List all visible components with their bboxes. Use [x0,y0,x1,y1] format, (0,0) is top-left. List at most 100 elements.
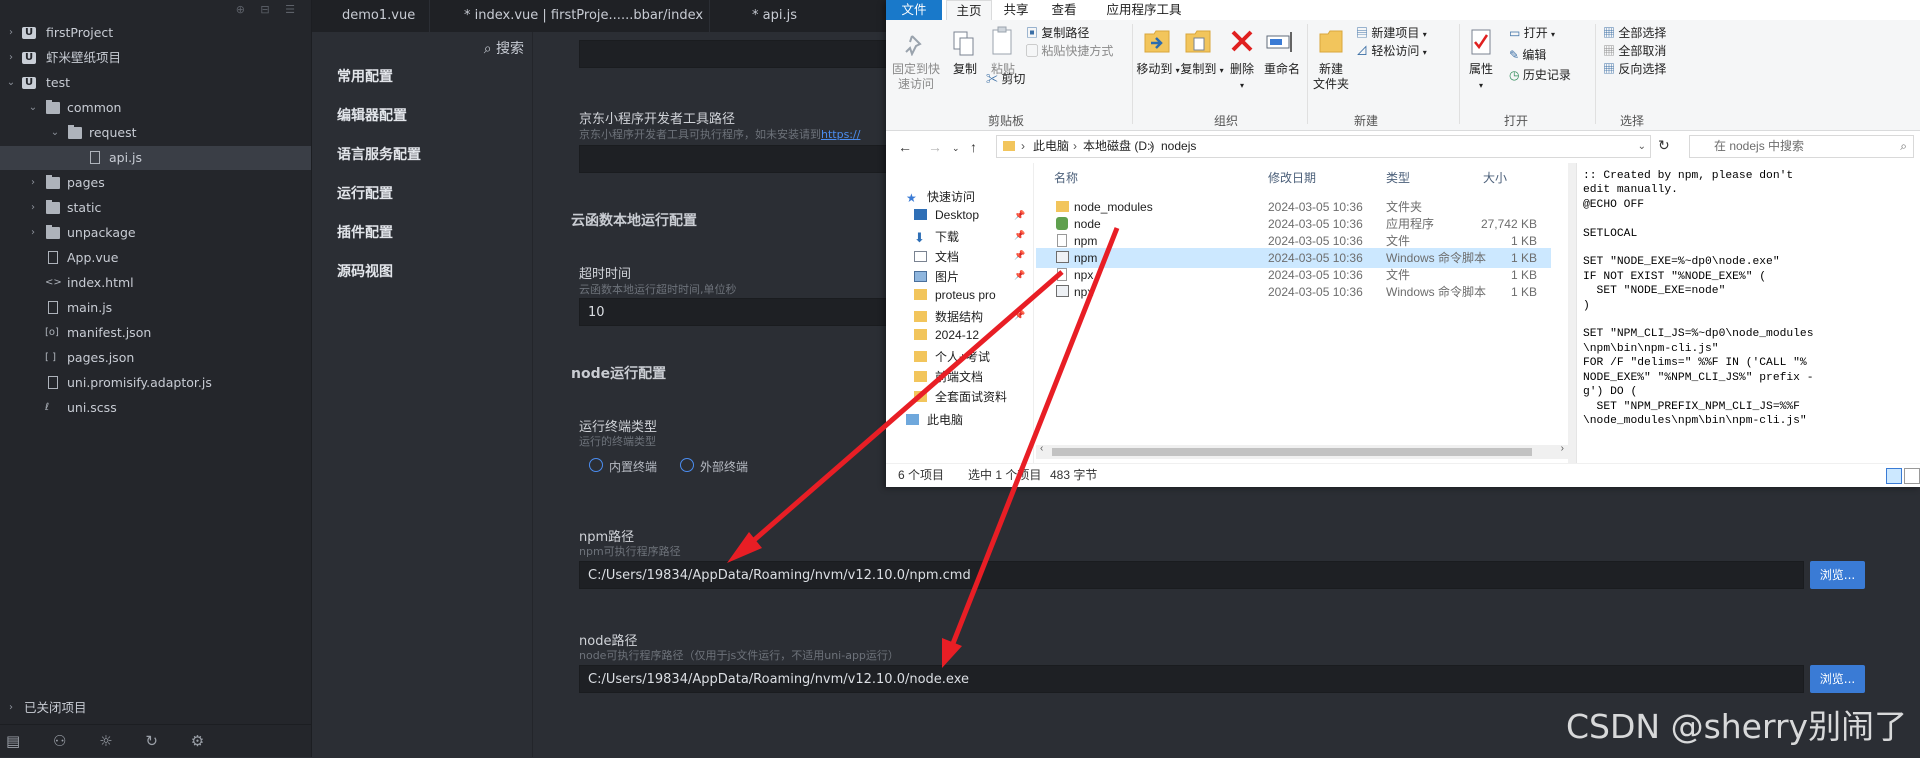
external-terminal-label: 外部终端 [700,460,749,474]
tree-item-firstproject[interactable]: › firstProject [0,21,311,45]
closed-projects[interactable]: › 已关闭项目 [0,696,311,720]
nav-proteus[interactable]: proteus pro [914,288,996,302]
open-button[interactable]: ▭ 打开 ▾ [1509,26,1555,42]
node-path-input[interactable]: C:/Users/19834/AppData/Roaming/nvm/v12.1… [579,665,1804,693]
rename-button[interactable]: 重命名 [1262,62,1302,77]
tree-item-test[interactable]: ⌄ test [0,71,311,95]
jd-tool-path-input[interactable] [579,145,939,173]
tree-item-pages-json[interactable]: [ ] pages.json [0,346,311,370]
select-all-button[interactable]: ▦ 全部选择 [1603,26,1666,41]
vertical-scrollbar[interactable] [1568,163,1576,463]
node-browse-button[interactable]: 浏览... [1810,665,1865,693]
invert-selection-button[interactable]: ▦ 反向选择 [1603,62,1666,77]
history-button[interactable]: ◷ 历史记录 [1509,68,1571,83]
npm-browse-button[interactable]: 浏览... [1810,561,1865,589]
breadcrumb[interactable]: › 此电脑 › 本地磁盘 (D:) › nodejs ⌄ [996,135,1651,158]
column-name[interactable]: 名称 [1054,169,1078,186]
nav-run-config[interactable]: 运行配置 [337,183,393,203]
tree-item-index-html[interactable]: <> index.html [0,271,311,295]
file-row-npx-cmd[interactable]: npx 2024-03-05 10:36 Windows 命令脚本 1 KB [1036,282,1551,302]
pin-quick-access-button[interactable]: 固定到快 速访问 [890,62,942,92]
delete-button[interactable]: 删除 ▾ [1226,62,1258,93]
up-arrow-icon[interactable]: ↑ [970,139,977,155]
history-label: 历史记录 [1522,68,1571,82]
column-date[interactable]: 修改日期 [1268,169,1316,186]
npm-path-input[interactable]: C:/Users/19834/AppData/Roaming/nvm/v12.1… [579,561,1804,589]
chevron-down-icon[interactable]: ⌄ [1638,136,1646,157]
breadcrumb-nodejs[interactable]: nodejs [1161,136,1196,157]
radio-builtin-terminal[interactable] [589,458,603,472]
ribbon-tab-view[interactable]: 查看 [1042,0,1086,20]
tree-item-request[interactable]: ⌄ request [0,121,311,145]
tree-item-uni-scss[interactable]: ℓ uni.scss [0,396,311,420]
forward-arrow-icon[interactable]: → [928,139,942,155]
tree-item-adaptor-js[interactable]: uni.promisify.adaptor.js [0,371,311,395]
edit-button[interactable]: ✎ 编辑 [1509,48,1546,63]
tree-item-label: 虾米壁纸项目 [46,50,122,65]
jd-download-link[interactable]: https:// [821,128,860,141]
nav-common-config[interactable]: 常用配置 [337,66,393,86]
nav-downloads[interactable]: ⬇ 下载 [914,228,959,245]
nav-editor-config[interactable]: 编辑器配置 [337,105,407,125]
new-item-button[interactable]: ▤ 新建项目 ▾ [1356,26,1427,42]
nav-language-service[interactable]: 语言服务配置 [337,144,421,164]
ribbon-tab-home[interactable]: 主页 [946,0,992,22]
nav-desktop[interactable]: Desktop [914,208,979,222]
refresh-icon[interactable]: ↻ [1658,137,1670,154]
cut-button[interactable]: ✂ 剪切 [986,72,1025,87]
nav-plugin-config[interactable]: 插件配置 [337,222,393,242]
copy-to-button[interactable]: 复制到 ▾ [1180,62,1224,78]
copy-button[interactable]: 复制 [948,62,982,77]
copy-path-button[interactable]: ▣ 复制路径 [1026,26,1089,41]
prev-path-input[interactable] [579,40,939,68]
timeout-input[interactable]: 10 [579,298,939,326]
chevron-down-icon[interactable]: ⌄ [952,143,960,154]
ribbon-tab-share[interactable]: 共享 [994,0,1038,20]
ribbon-tab-app-tools[interactable]: 应用程序工具 [1104,0,1184,20]
tree-item-xiami[interactable]: › 虾米壁纸项目 [0,46,311,70]
nav-data-structures[interactable]: 数据结构 [914,308,983,325]
tree-bottom-toolbar[interactable]: ▤ ⚇ ☼ ↻ ⚙ [0,724,317,758]
ribbon-tab-file[interactable]: 文件 [886,0,942,20]
group-organize: 组织 [1213,114,1238,128]
column-size[interactable]: 大小 [1483,169,1507,186]
nav-quick-access[interactable]: ★ 快速访问 [906,188,975,205]
nav-source-view[interactable]: 源码视图 [337,261,393,281]
back-arrow-icon[interactable]: ← [898,139,912,155]
select-none-button[interactable]: ▦ 全部取消 [1603,44,1666,59]
details-view-icon[interactable] [1886,468,1902,484]
properties-button[interactable]: 属性 ▾ [1462,62,1500,93]
horizontal-scrollbar[interactable]: ‹ › [1036,443,1568,459]
tree-toolbar-icons[interactable]: ⊕ ⊟ ☰ [236,3,301,16]
settings-search[interactable]: ⌕ 搜索 [484,38,524,58]
radio-external-terminal[interactable] [680,458,694,472]
easy-access-button[interactable]: ⊿ 轻松访问 ▾ [1356,44,1427,60]
search-input[interactable]: 在 nodejs 中搜索 ⌕ [1689,135,1914,158]
large-icons-view-icon[interactable] [1904,468,1920,484]
tree-item-common[interactable]: ⌄ common [0,96,311,120]
nav-interview[interactable]: 全套面试资料 [914,388,1007,405]
group-select: 选择 [1619,114,1644,128]
new-folder-button[interactable]: 新建 文件夹 [1310,62,1352,92]
tree-item-unpackage[interactable]: › unpackage [0,221,311,245]
nav-2024-12[interactable]: 2024-12 [914,328,979,342]
breadcrumb-this-pc[interactable]: 此电脑 [1033,136,1069,157]
tree-item-pages[interactable]: › pages [0,171,311,195]
tree-item-app-vue[interactable]: App.vue [0,246,311,270]
paste-shortcut-button[interactable]: ▢ 粘贴快捷方式 [1026,44,1113,59]
breadcrumb-drive-d[interactable]: 本地磁盘 (D:) [1083,136,1154,157]
nav-frontend-docs[interactable]: 前端文档 [914,368,983,385]
nav-personal-exam[interactable]: 个人+考试 [914,348,990,365]
nav-pictures[interactable]: 图片 [914,268,959,285]
nav-this-pc[interactable]: 此电脑 [906,411,963,428]
tree-item-main-js[interactable]: main.js [0,296,311,320]
move-to-button[interactable]: 移动到 ▾ [1136,62,1180,78]
scrollbar-thumb[interactable] [1052,448,1532,456]
tree-item-manifest-json[interactable]: [o] manifest.json [0,321,311,345]
column-type[interactable]: 类型 [1386,169,1410,186]
tree-item-static[interactable]: › static [0,196,311,220]
tab-demo1-vue[interactable]: demo1.vue [312,0,430,32]
nav-documents[interactable]: 文档 [914,248,959,265]
tab-index-vue[interactable]: * index.vue | firstProje......bbar/index [430,0,710,32]
tree-item-api-js[interactable]: api.js [0,146,311,170]
